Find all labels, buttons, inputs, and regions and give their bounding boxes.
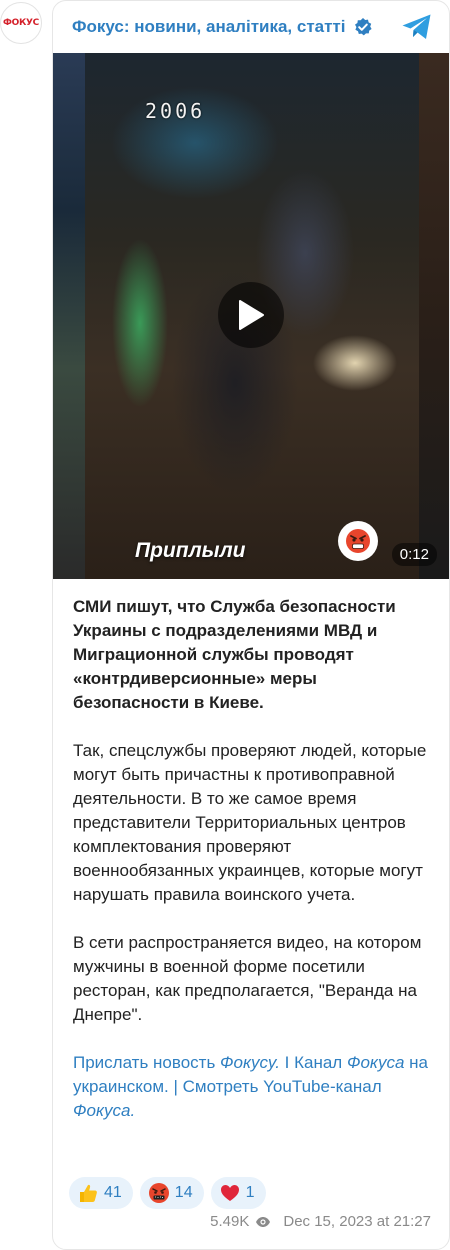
reaction-red-heart[interactable]: 1 (210, 1177, 266, 1209)
angry-face-icon (338, 521, 378, 561)
telegram-icon[interactable] (401, 13, 433, 41)
eye-icon (255, 1216, 271, 1228)
post-paragraph: Так, спецслужбы проверяют людей, которые… (73, 741, 427, 904)
video-blur-left (53, 53, 85, 579)
video-player[interactable]: 2006 Приплыли 0:12 (53, 53, 449, 579)
channel-name-link[interactable]: Фокус: новини, аналітика, статті (72, 17, 346, 37)
red-heart-icon (219, 1182, 241, 1204)
video-blur-right (419, 53, 449, 579)
reaction-cursing-face[interactable]: 14 (139, 1177, 204, 1209)
reaction-count: 1 (245, 1184, 255, 1201)
post-header: Фокус: новини, аналітика, статті (53, 1, 449, 53)
send-news-link[interactable]: Прислать новость Фокусу. (73, 1053, 280, 1072)
video-timestamp-overlay: 2006 (145, 99, 206, 123)
post-paragraph: В сети распространяется видео, на которо… (73, 933, 422, 1024)
reactions-bar: 41 14 1 (69, 1177, 266, 1209)
post-footer: 5.49K Dec 15, 2023 at 21:27 (210, 1213, 431, 1230)
reaction-count: 41 (104, 1184, 122, 1201)
play-button[interactable] (218, 282, 284, 348)
cursing-face-icon (148, 1182, 170, 1204)
post-datetime-link[interactable]: Dec 15, 2023 at 21:27 (283, 1213, 431, 1230)
video-caption-overlay: Приплыли (135, 539, 246, 562)
reaction-thumbs-up[interactable]: 41 (69, 1177, 133, 1209)
play-icon (239, 300, 264, 330)
channel-avatar[interactable]: ФОКУС (0, 2, 42, 44)
post-lead-paragraph: СМИ пишут, что Служба безопасности Украи… (73, 597, 396, 712)
avatar-logo-text: ФОКУС (3, 18, 39, 28)
link-separator: | (168, 1077, 183, 1096)
view-count: 5.49K (210, 1213, 250, 1230)
video-duration-badge: 0:12 (391, 543, 437, 566)
verified-badge-icon (353, 17, 373, 37)
post-card: Фокус: новини, аналітика, статті 2006 Пр… (52, 0, 450, 1250)
reaction-count: 14 (174, 1184, 193, 1201)
post-links: Прислать новость Фокусу. I Канал Фокуса … (73, 1051, 433, 1123)
post-text: СМИ пишут, что Служба безопасности Украи… (73, 595, 433, 1147)
thumbs-up-icon (77, 1182, 99, 1204)
link-separator: I (279, 1053, 295, 1072)
